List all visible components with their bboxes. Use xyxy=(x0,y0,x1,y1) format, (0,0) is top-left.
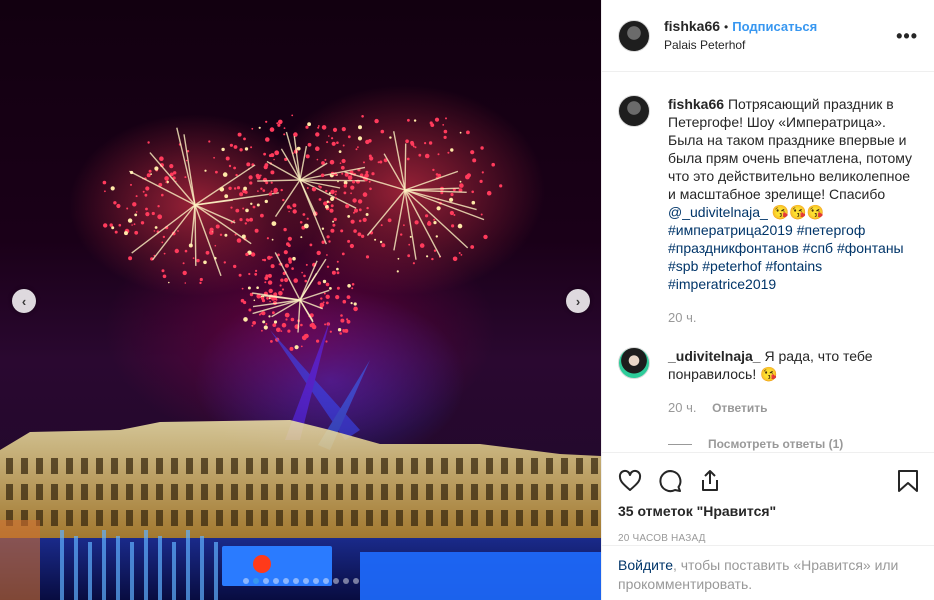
caption-mention[interactable]: @_udivitelnaja_ xyxy=(668,204,768,220)
view-replies-label: Посмотреть ответы (1) xyxy=(708,437,844,451)
hashtag-link[interactable]: #петергоф xyxy=(797,222,866,238)
carousel-dot xyxy=(312,578,319,584)
comments-list: fishka66 Потрясающий праздник в Петергоф… xyxy=(602,73,934,452)
caption-avatar[interactable] xyxy=(618,95,650,127)
carousel-dot xyxy=(322,578,329,584)
comment-icon xyxy=(659,470,682,493)
hashtag-link[interactable]: #imperatrice2019 xyxy=(668,276,776,292)
carousel-prev-button[interactable]: ‹ xyxy=(12,289,36,313)
comment-button[interactable] xyxy=(658,461,698,501)
reply-time: 20 ч. xyxy=(668,400,697,415)
post-timestamp: 20 ЧАСОВ НАЗАД xyxy=(618,533,706,544)
chevron-left-icon: ‹ xyxy=(21,293,27,309)
carousel-dot xyxy=(332,578,339,584)
heart-icon xyxy=(618,469,642,491)
hashtag-link[interactable]: #peterhof xyxy=(702,258,761,274)
carousel-indicator xyxy=(0,578,601,584)
carousel-dot xyxy=(282,578,289,584)
author-avatar[interactable] xyxy=(618,19,650,52)
reply-button[interactable]: Ответить xyxy=(712,401,767,415)
hashtag-link[interactable]: #spb xyxy=(668,258,698,274)
reply-username[interactable]: _udivitelnaja_ xyxy=(668,348,761,364)
save-button[interactable] xyxy=(879,461,919,501)
reply-comment: _udivitelnaja_ Я рада, что тебе понравил… xyxy=(618,347,919,453)
location-link[interactable]: Palais Peterhof xyxy=(664,36,817,54)
replies-divider xyxy=(668,443,692,445)
likes-count[interactable]: 35 отметок "Нравится" xyxy=(618,503,919,519)
follow-button[interactable]: Подписаться xyxy=(732,19,817,34)
login-link[interactable]: Войдите xyxy=(618,557,673,573)
hashtag-link[interactable]: #фонтаны xyxy=(837,240,904,256)
like-button[interactable] xyxy=(618,461,658,501)
caption-time: 20 ч. xyxy=(668,310,697,325)
post-media[interactable]: ‹ › xyxy=(0,0,601,600)
caption-comment: fishka66 Потрясающий праздник в Петергоф… xyxy=(618,95,919,327)
reply-avatar[interactable] xyxy=(618,347,650,379)
login-prompt: Войдите, чтобы поставить «Нравится» или … xyxy=(602,545,934,600)
header-separator: • xyxy=(724,20,729,34)
carousel-dot xyxy=(302,578,309,584)
caption-hashtags: #императрица2019 #петергоф #праздникфонт… xyxy=(668,222,904,292)
chevron-right-icon: › xyxy=(575,293,581,309)
share-button[interactable] xyxy=(698,461,738,501)
post-side-panel: fishka66 • Подписаться Palais Peterhof •••… xyxy=(601,0,934,600)
carousel-dot xyxy=(352,578,359,584)
view-replies-button[interactable]: Посмотреть ответы (1) xyxy=(668,435,918,453)
hashtag-link[interactable]: #праздникфонтанов xyxy=(668,240,799,256)
caption-emojis: 😘😘😘 xyxy=(771,204,825,220)
carousel-dot xyxy=(292,578,299,584)
carousel-dot xyxy=(262,578,269,584)
share-icon xyxy=(702,470,718,491)
hashtag-link[interactable]: #императрица2019 xyxy=(668,222,793,238)
post-header: fishka66 • Подписаться Palais Peterhof ••• xyxy=(602,0,934,72)
more-options-icon[interactable]: ••• xyxy=(896,26,918,47)
hashtag-link[interactable]: #спб xyxy=(803,240,833,256)
author-username[interactable]: fishka66 xyxy=(664,18,720,34)
bookmark-icon xyxy=(898,470,918,492)
caption-username[interactable]: fishka66 xyxy=(668,96,724,112)
palace-illumination xyxy=(0,420,601,600)
hashtag-link[interactable]: #fontains xyxy=(765,258,822,274)
post-actions: 35 отметок "Нравится" 20 ЧАСОВ НАЗАД xyxy=(602,452,934,544)
carousel-dot xyxy=(342,578,349,584)
reply-emoji: 😘 xyxy=(760,366,778,382)
carousel-next-button[interactable]: › xyxy=(566,289,590,313)
carousel-dot xyxy=(272,578,279,584)
carousel-dot xyxy=(242,578,249,584)
carousel-dot xyxy=(252,578,259,584)
